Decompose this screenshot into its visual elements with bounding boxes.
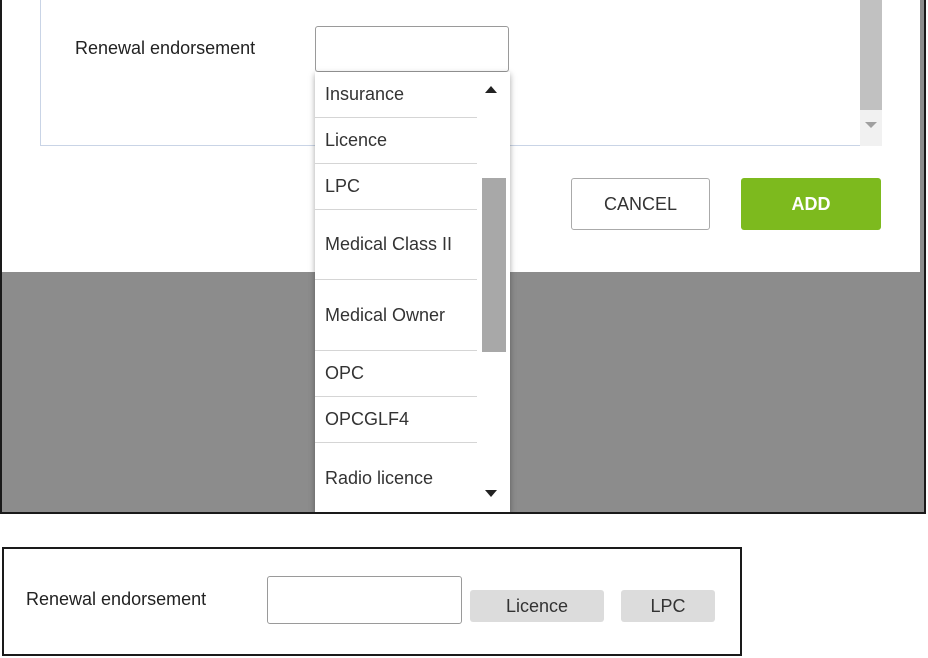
cancel-button[interactable]: CANCEL — [571, 178, 710, 230]
renewal-endorsement-dropdown-list: Insurance Licence LPC Medical Class II M… — [315, 72, 510, 512]
dropdown-option-medical-class-ii[interactable]: Medical Class II — [315, 210, 477, 280]
renewal-endorsement-label: Renewal endorsement — [26, 589, 207, 609]
dropdown-option-lpc[interactable]: LPC — [315, 164, 477, 210]
dropdown-option-licence[interactable]: Licence — [315, 118, 477, 164]
form-scroll-down-arrow-icon[interactable] — [865, 122, 877, 128]
dropdown-screenshot-panel: Renewal endorsement CANCEL ADD Insurance… — [0, 0, 926, 514]
dropdown-option-opc[interactable]: OPC — [315, 351, 477, 397]
dropdown-option-medical-owner[interactable]: Medical Owner — [315, 280, 477, 351]
renewal-endorsement-select[interactable] — [267, 576, 462, 624]
dropdown-option-radio-licence[interactable]: Radio licence — [315, 443, 477, 512]
dropdown-scrollbar-thumb[interactable] — [482, 178, 506, 352]
renewal-endorsement-label: Renewal endorsement — [75, 38, 256, 58]
dropdown-option-opcglf4[interactable]: OPCGLF4 — [315, 397, 477, 443]
selected-result-panel: Renewal endorsement Licence LPC — [2, 547, 742, 656]
dropdown-option-insurance[interactable]: Insurance — [315, 72, 477, 118]
selected-chip-licence[interactable]: Licence — [470, 590, 604, 622]
form-scrollbar-thumb[interactable] — [860, 0, 882, 110]
scroll-up-arrow-icon[interactable] — [485, 86, 497, 93]
add-button[interactable]: ADD — [741, 178, 881, 230]
renewal-endorsement-select[interactable] — [315, 26, 509, 72]
selected-chip-lpc[interactable]: LPC — [621, 590, 715, 622]
scroll-down-arrow-icon[interactable] — [485, 490, 497, 497]
